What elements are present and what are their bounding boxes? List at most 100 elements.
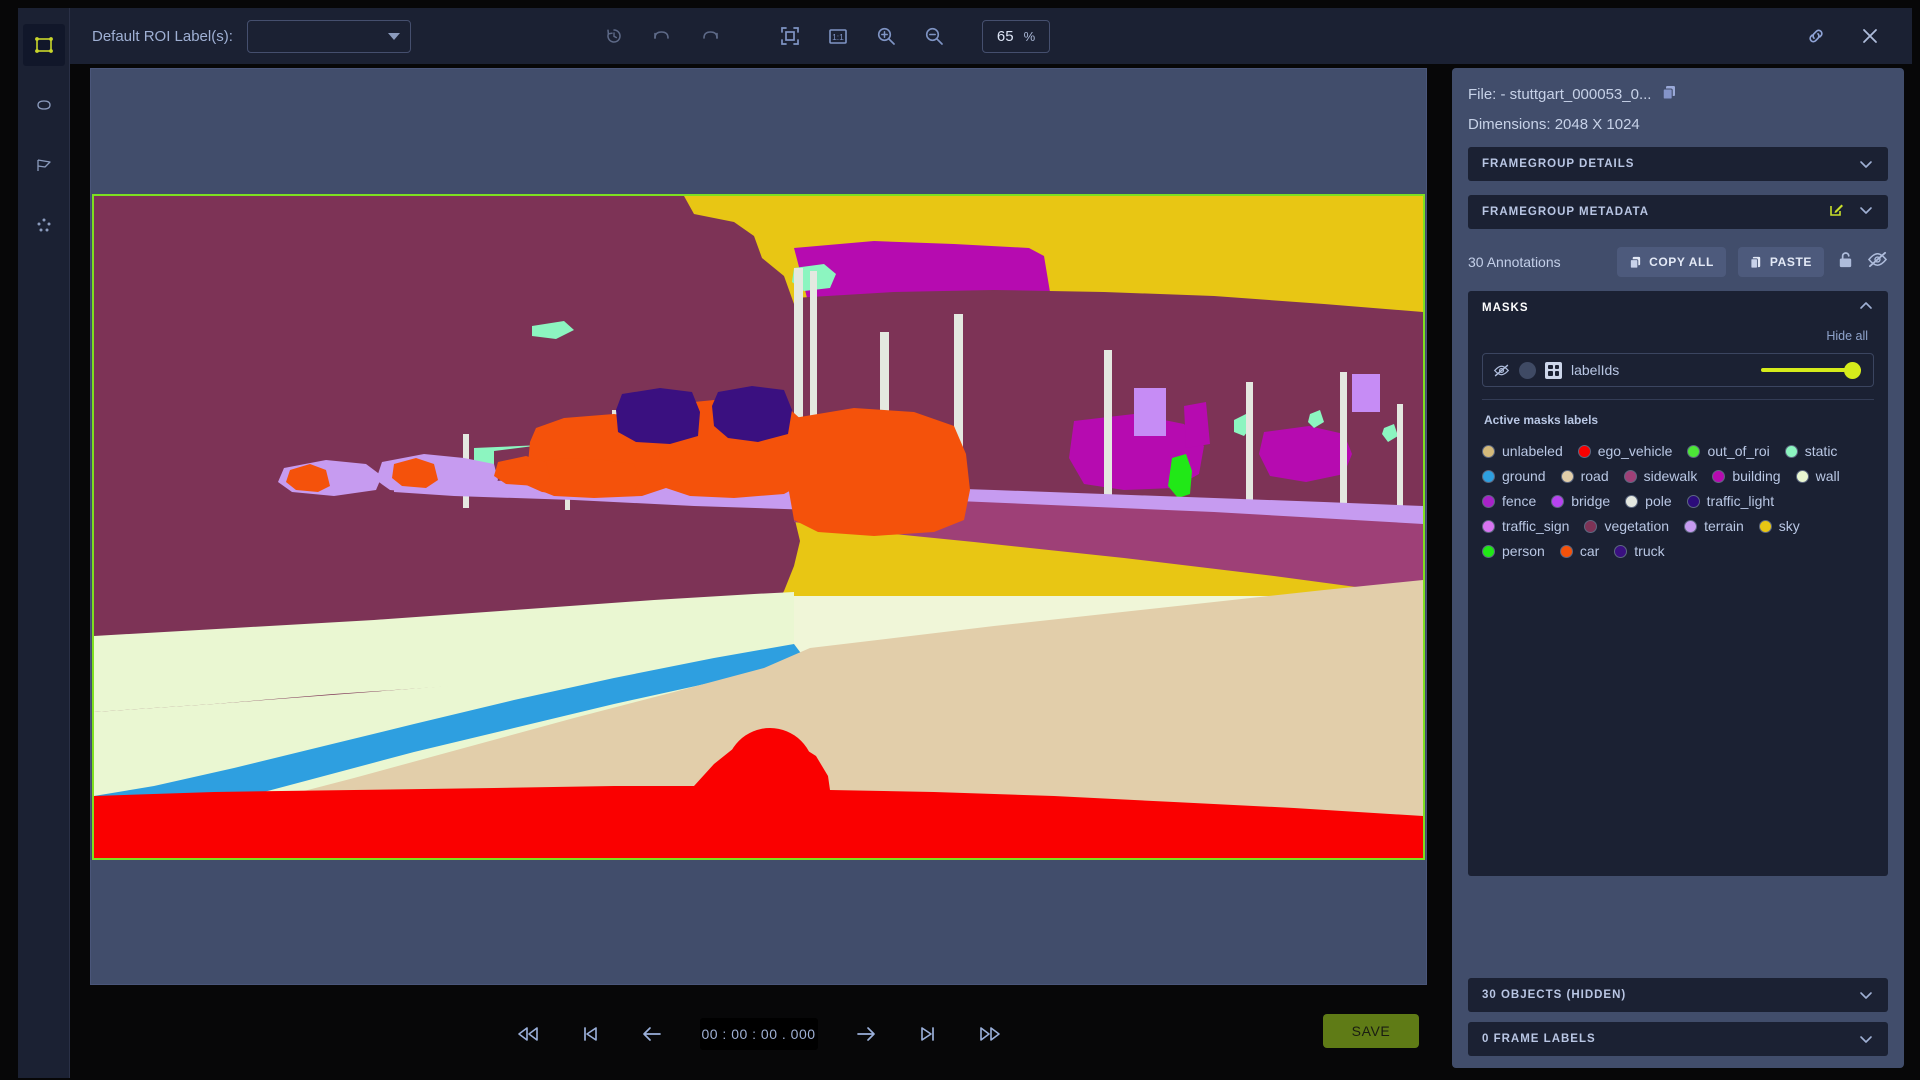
next-frame-icon — [854, 1024, 878, 1044]
masks-panel: MASKS Hide all labelIds — [1468, 291, 1888, 876]
mask-label-chip[interactable]: person — [1482, 543, 1545, 559]
mask-label-chip[interactable]: traffic_light — [1687, 493, 1774, 509]
mask-label-chip[interactable]: sky — [1759, 518, 1800, 534]
skip-to-end-icon — [917, 1024, 939, 1044]
timecode-input[interactable]: 00 : 00 : 00 . 000 — [700, 1018, 818, 1050]
mask-label-color-dot — [1625, 495, 1638, 508]
one-to-one-button[interactable]: 1:1 — [824, 22, 852, 50]
window-actions — [1802, 22, 1884, 50]
divider — [1482, 399, 1874, 400]
history-icon — [604, 26, 624, 46]
chevron-down-icon — [1858, 156, 1874, 172]
mask-list-item[interactable]: labelIds — [1482, 353, 1874, 387]
mask-label-name: static — [1805, 443, 1838, 459]
mask-label-chip[interactable]: ego_vehicle — [1578, 443, 1673, 459]
edit-icon[interactable] — [1829, 202, 1844, 222]
mask-label-chip[interactable]: unlabeled — [1482, 443, 1563, 459]
polygon-tool[interactable] — [23, 144, 65, 186]
bounding-box-icon — [34, 35, 54, 55]
copy-icon[interactable] — [1661, 84, 1678, 105]
objects-accordion-label: 30 OBJECTS (HIDDEN) — [1482, 989, 1858, 1001]
details-panel: File: - stuttgart_000053_0... Dimensions… — [1452, 68, 1904, 1068]
link-button[interactable] — [1802, 22, 1830, 50]
segmentation-mask-image[interactable] — [92, 194, 1425, 860]
rewind-button[interactable] — [514, 1020, 542, 1048]
dimensions-label: Dimensions: 2048 X 1024 — [1468, 116, 1888, 133]
mask-label-chip[interactable]: vegetation — [1584, 518, 1669, 534]
zoom-out-button[interactable] — [920, 22, 948, 50]
bottom-accordions: 30 OBJECTS (HIDDEN) 0 FRAME LABELS — [1468, 968, 1888, 1056]
zoom-level-input[interactable]: 65 % — [982, 20, 1050, 53]
mask-grid-icon[interactable] — [1545, 362, 1562, 379]
mask-label-chip[interactable]: traffic_sign — [1482, 518, 1569, 534]
previous-frame-button[interactable] — [638, 1020, 666, 1048]
mask-label-name: fence — [1502, 493, 1536, 509]
ellipse-tool[interactable] — [23, 84, 65, 126]
skip-to-end-button[interactable] — [914, 1020, 942, 1048]
undo-button[interactable] — [648, 22, 676, 50]
mask-label-color-dot — [1584, 520, 1597, 533]
history-button[interactable] — [600, 22, 628, 50]
skip-to-start-button[interactable] — [576, 1020, 604, 1048]
mask-label-color-dot — [1482, 445, 1495, 458]
redo-button[interactable] — [696, 22, 724, 50]
fast-forward-button[interactable] — [976, 1020, 1004, 1048]
mask-label-color-dot — [1684, 520, 1697, 533]
mask-label-chip[interactable]: truck — [1614, 543, 1664, 559]
fit-to-screen-icon — [779, 25, 801, 47]
active-masks-labels-list: unlabeled ego_vehicle out_of_roi static grou… — [1482, 443, 1875, 559]
copy-all-button[interactable]: COPY ALL — [1617, 247, 1726, 277]
mask-label-chip[interactable]: fence — [1482, 493, 1536, 509]
skip-to-start-icon — [579, 1024, 601, 1044]
masks-accordion-header[interactable]: MASKS — [1468, 291, 1888, 325]
mask-label-chip[interactable]: pole — [1625, 493, 1671, 509]
hide-all-link[interactable]: Hide all — [1468, 325, 1888, 343]
unlock-icon[interactable] — [1836, 250, 1855, 274]
paste-button[interactable]: PASTE — [1738, 247, 1824, 277]
annotation-canvas[interactable] — [90, 68, 1427, 985]
keypoints-tool[interactable] — [23, 204, 65, 246]
mask-label-chip[interactable]: building — [1712, 468, 1780, 484]
mask-label-name: vegetation — [1604, 518, 1669, 534]
mask-label-chip[interactable]: static — [1785, 443, 1838, 459]
save-button[interactable]: SAVE — [1323, 1014, 1419, 1048]
mask-label-name: sidewalk — [1644, 468, 1698, 484]
mask-label-chip[interactable]: car — [1560, 543, 1599, 559]
bounding-box-tool[interactable] — [23, 24, 65, 66]
objects-accordion[interactable]: 30 OBJECTS (HIDDEN) — [1468, 978, 1888, 1012]
segmentation-mask-svg — [94, 196, 1423, 858]
mask-label-chip[interactable]: sidewalk — [1624, 468, 1698, 484]
mask-label-chip[interactable]: road — [1561, 468, 1609, 484]
mask-label-chip[interactable]: ground — [1482, 468, 1546, 484]
framegroup-details-accordion[interactable]: FRAMEGROUP DETAILS — [1468, 147, 1888, 181]
active-masks-labels-title: Active masks labels — [1484, 413, 1888, 427]
file-name-label: File: - stuttgart_000053_0... — [1468, 86, 1651, 103]
fit-to-screen-button[interactable] — [776, 22, 804, 50]
copy-all-label: COPY ALL — [1649, 255, 1714, 269]
mask-label-chip[interactable]: out_of_roi — [1687, 443, 1769, 459]
close-button[interactable] — [1856, 22, 1884, 50]
mask-label-chip[interactable]: wall — [1796, 468, 1840, 484]
framegroup-metadata-accordion[interactable]: FRAMEGROUP METADATA — [1468, 195, 1888, 229]
polygon-icon — [34, 155, 54, 175]
eye-off-icon[interactable] — [1867, 250, 1888, 274]
mask-label-name: wall — [1816, 468, 1840, 484]
mask-visibility-icon[interactable] — [1493, 363, 1510, 378]
mask-label-name: pole — [1645, 493, 1671, 509]
zoom-in-button[interactable] — [872, 22, 900, 50]
next-frame-button[interactable] — [852, 1020, 880, 1048]
roi-select[interactable] — [247, 20, 411, 53]
mask-opacity-slider[interactable] — [1761, 362, 1861, 379]
playback-controls: 00 : 00 : 00 . 000 SAVE — [90, 1000, 1427, 1068]
link-icon — [1805, 25, 1827, 47]
frame-labels-accordion[interactable]: 0 FRAME LABELS — [1468, 1022, 1888, 1056]
close-icon — [1859, 25, 1881, 47]
mask-label-chip[interactable]: terrain — [1684, 518, 1744, 534]
mask-label-chip[interactable]: bridge — [1551, 493, 1610, 509]
paste-label: PASTE — [1770, 255, 1812, 269]
tool-rail — [18, 8, 70, 1078]
framegroup-metadata-label: FRAMEGROUP METADATA — [1482, 206, 1829, 218]
slider-knob[interactable] — [1844, 362, 1861, 379]
mask-color-swatch[interactable] — [1519, 362, 1536, 379]
rewind-icon — [516, 1024, 540, 1044]
